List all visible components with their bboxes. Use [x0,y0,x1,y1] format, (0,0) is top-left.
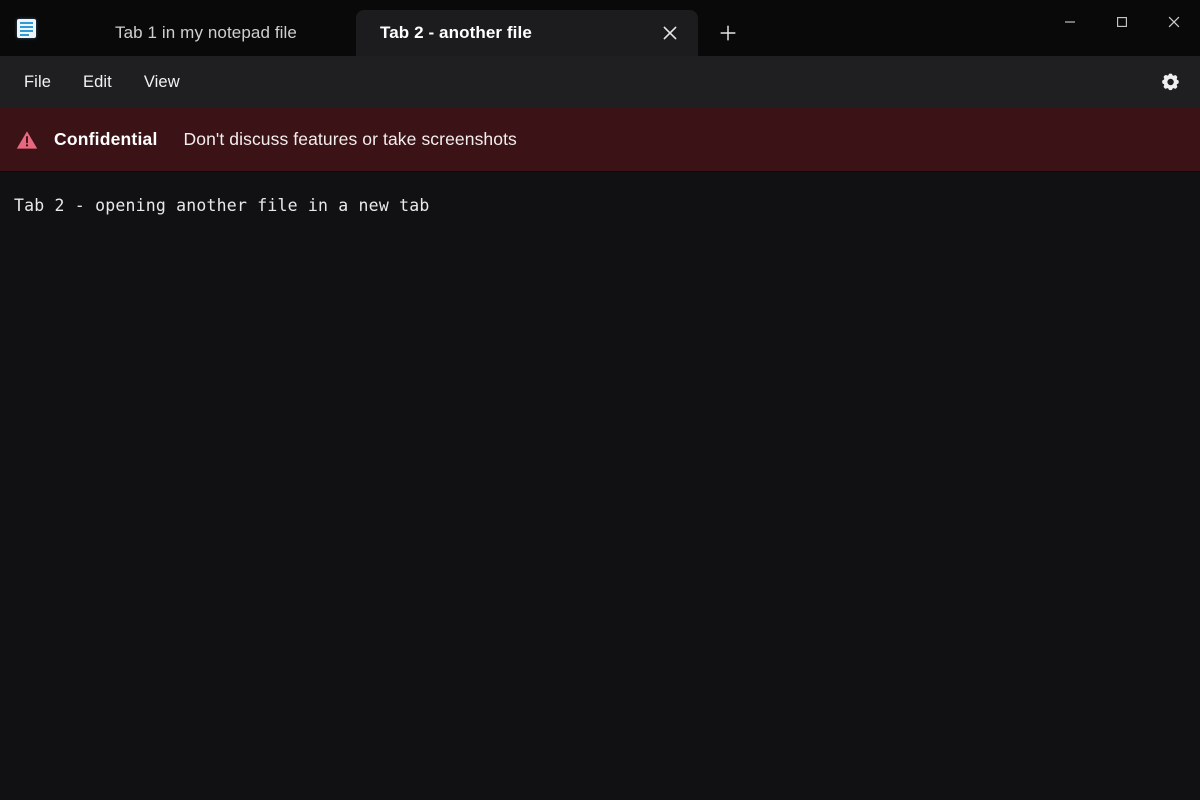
confidential-banner: Confidential Don't discuss features or t… [0,108,1200,172]
close-icon [1168,16,1180,28]
minimize-button[interactable] [1044,0,1096,44]
menu-item-view[interactable]: View [128,67,196,98]
maximize-button[interactable] [1096,0,1148,44]
warning-triangle-icon [14,127,40,153]
banner-title: Confidential [54,129,158,149]
editor-content[interactable]: Tab 2 - opening another file in a new ta… [14,196,1200,216]
tab-strip: Tab 1 in my notepad file Tab 2 - another… [56,0,746,56]
new-tab-button[interactable] [710,15,746,51]
window-controls [1044,0,1200,44]
settings-button[interactable] [1152,64,1188,100]
tab-1[interactable]: Tab 1 in my notepad file [56,10,356,56]
menu-bar: File Edit View [0,56,1200,108]
close-icon[interactable] [656,19,684,47]
menu-item-edit[interactable]: Edit [67,67,128,98]
title-bar: Tab 1 in my notepad file Tab 2 - another… [0,0,1200,56]
tab-title: Tab 2 - another file [380,23,532,42]
menu-item-file[interactable]: File [8,67,67,98]
minimize-icon [1065,21,1075,23]
notepad-icon [14,16,38,40]
notepad-window: Tab 1 in my notepad file Tab 2 - another… [0,0,1200,800]
tab-title: Tab 1 in my notepad file [115,23,297,42]
tab-2[interactable]: Tab 2 - another file [356,10,698,56]
plus-icon [720,25,736,41]
banner-message: Don't discuss features or take screensho… [183,129,517,149]
gear-icon [1162,73,1179,91]
close-button[interactable] [1148,0,1200,44]
maximize-icon [1117,17,1127,27]
text-editor[interactable]: Tab 2 - opening another file in a new ta… [0,172,1200,800]
